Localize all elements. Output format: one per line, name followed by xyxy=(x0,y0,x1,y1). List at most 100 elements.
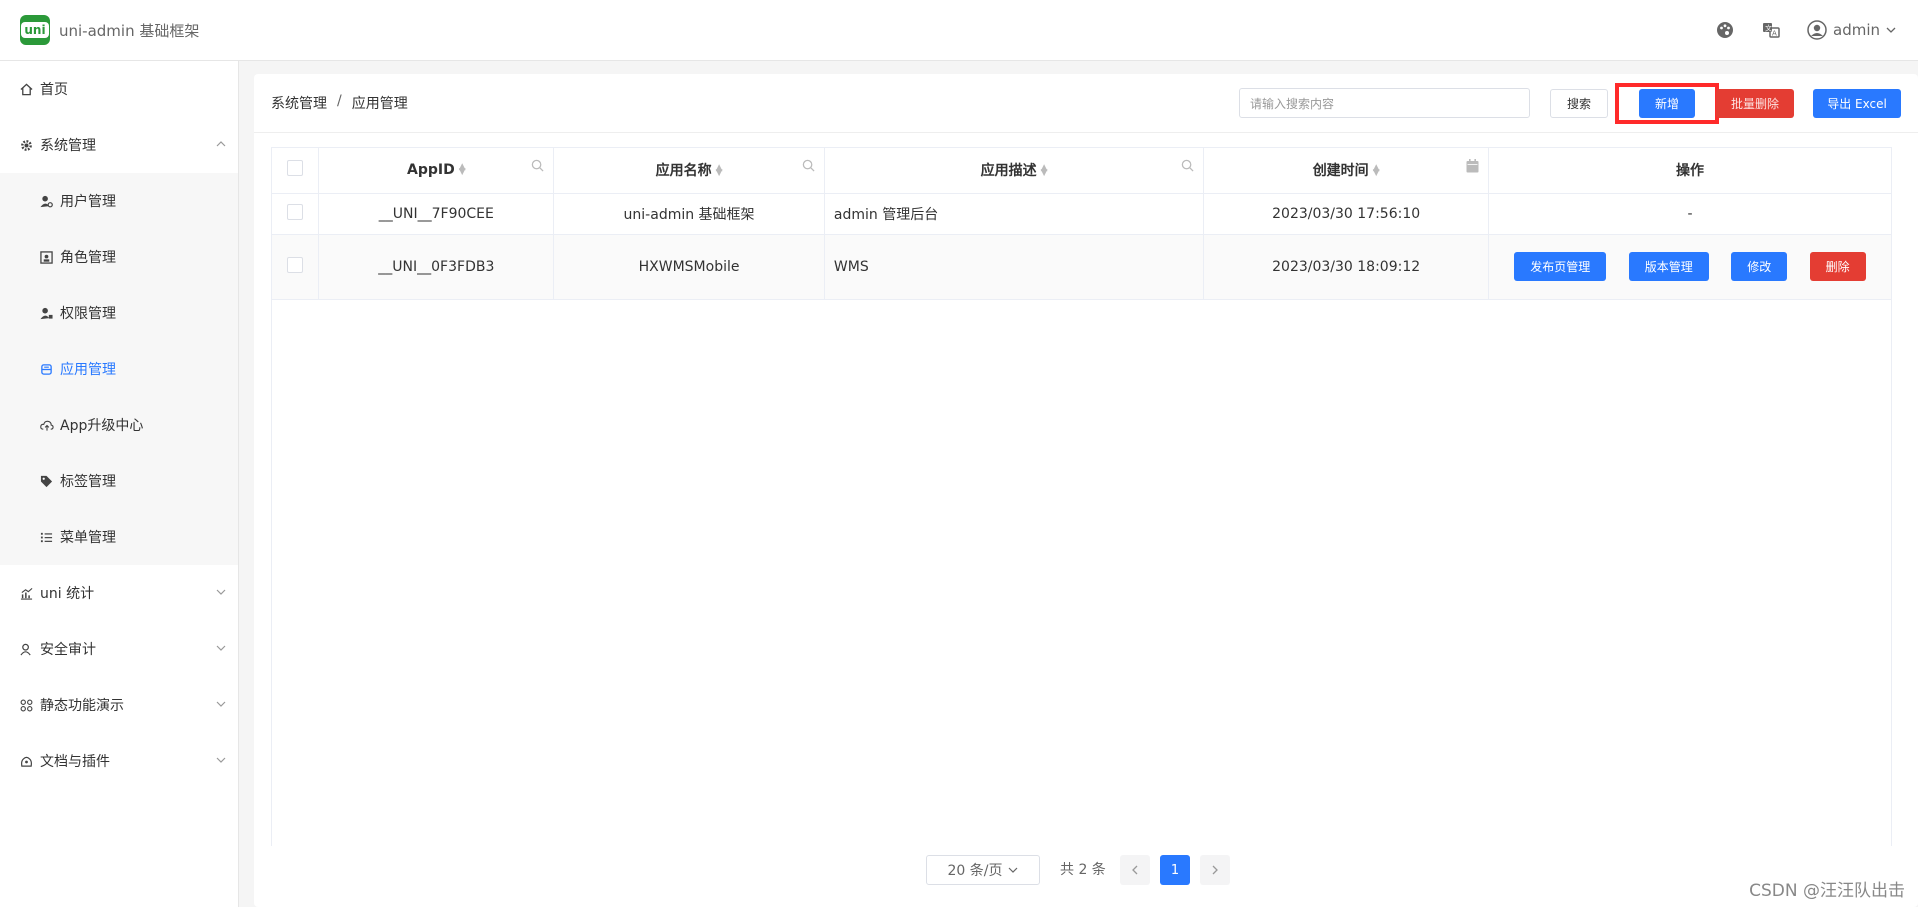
user-audit-icon xyxy=(20,643,36,656)
cloud-upload-icon xyxy=(40,419,56,432)
svg-text:A: A xyxy=(1772,30,1777,38)
column-app-name[interactable]: 应用名称 ▲ ▼ xyxy=(553,148,825,194)
sidebar-item-users[interactable]: 用户管理 xyxy=(0,173,238,229)
cell-actions: - xyxy=(1488,193,1891,235)
search-input[interactable]: 请输入搜索内容 xyxy=(1239,88,1530,118)
sort-icon[interactable]: ▲ ▼ xyxy=(1041,164,1048,178)
column-appid[interactable]: AppID ▲ ▼ xyxy=(318,148,555,194)
apps-table: AppID ▲ ▼ 应用名称 ▲ ▼ 应用描述 ▲ ▼ 创建时间 ▲ ▼ 操作 … xyxy=(271,147,1892,846)
table-row: __UNI__0F3FDB3 HXWMSMobile WMS 2023/03/3… xyxy=(272,234,1891,300)
top-bar: uni uni-admin 基础框架 文A admin xyxy=(0,0,1918,61)
table-row: __UNI__7F90CEE uni-admin 基础框架 admin 管理后台… xyxy=(272,193,1891,235)
next-page-button[interactable] xyxy=(1200,855,1230,885)
edit-button[interactable]: 修改 xyxy=(1731,252,1788,281)
column-created-time[interactable]: 创建时间 ▲ ▼ xyxy=(1203,148,1489,194)
export-excel-button[interactable]: 导出 Excel xyxy=(1813,88,1901,118)
delete-button[interactable]: 删除 xyxy=(1809,252,1866,281)
publish-page-button[interactable]: 发布页管理 xyxy=(1514,252,1607,281)
sort-icon[interactable]: ▲ ▼ xyxy=(716,164,723,178)
sidebar-item-home[interactable]: 首页 xyxy=(0,61,238,117)
search-icon[interactable] xyxy=(1181,159,1194,176)
main-panel: 系统管理 / 应用管理 请输入搜索内容 搜索 新增 批量删除 导出 Excel … xyxy=(254,74,1918,907)
sidebar-item-system[interactable]: 系统管理 xyxy=(0,117,238,173)
sidebar-item-menus[interactable]: 菜单管理 xyxy=(0,509,238,565)
row-select-cell xyxy=(272,234,320,300)
cell-appid: __UNI__0F3FDB3 xyxy=(318,234,555,300)
cell-app-name: uni-admin 基础框架 xyxy=(553,193,825,235)
select-all-checkbox[interactable] xyxy=(287,160,304,177)
batch-delete-button[interactable]: 批量删除 xyxy=(1716,88,1794,118)
sidebar-item-roles[interactable]: 角色管理 xyxy=(0,229,238,285)
svg-text:文: 文 xyxy=(1765,24,1772,33)
role-icon xyxy=(40,250,56,264)
gear-icon xyxy=(20,139,36,152)
calendar-icon[interactable] xyxy=(1466,159,1479,177)
cell-app-desc: admin 管理后台 xyxy=(824,193,1205,235)
sort-icon[interactable]: ▲ ▼ xyxy=(1373,164,1380,178)
app-logo[interactable]: uni xyxy=(20,15,50,45)
total-count: 共 2 条 xyxy=(1060,862,1106,878)
row-checkbox[interactable] xyxy=(287,256,304,273)
home-icon xyxy=(20,83,36,96)
prev-page-button[interactable] xyxy=(1120,855,1150,885)
sidebar: 首页 系统管理 用户管理 角色管理 权限管理 应用管理 App升级中心 标签管理 xyxy=(0,61,239,907)
system-submenu: 用户管理 角色管理 权限管理 应用管理 App升级中心 标签管理 菜单管理 xyxy=(0,173,238,565)
cell-created-time: 2023/03/30 18:09:12 xyxy=(1203,234,1489,300)
search-button[interactable]: 搜索 xyxy=(1550,88,1608,118)
chevron-right-icon xyxy=(1212,865,1218,875)
app-icon xyxy=(40,363,56,376)
breadcrumb-current: 应用管理 xyxy=(351,96,408,112)
tag-icon xyxy=(40,475,56,488)
chevron-down-icon xyxy=(1009,867,1018,873)
row-select-cell xyxy=(272,193,320,235)
sidebar-item-permissions[interactable]: 权限管理 xyxy=(0,285,238,341)
plugin-icon xyxy=(20,755,36,768)
grid-icon xyxy=(20,699,36,712)
chevron-down-icon xyxy=(216,697,226,713)
sidebar-item-docs-plugins[interactable]: 文档与插件 xyxy=(0,733,238,789)
sort-icon[interactable]: ▲ ▼ xyxy=(459,163,466,177)
sidebar-item-uni-stats[interactable]: uni 统计 xyxy=(0,565,238,621)
user-gear-icon xyxy=(40,195,56,208)
avatar-icon xyxy=(1807,20,1827,40)
breadcrumb-parent[interactable]: 系统管理 xyxy=(271,93,327,113)
search-icon[interactable] xyxy=(802,159,815,176)
chevron-left-icon xyxy=(1132,865,1138,875)
chevron-down-icon xyxy=(216,753,226,769)
user-name: admin xyxy=(1833,21,1880,39)
add-button[interactable]: 新增 xyxy=(1639,88,1695,118)
cell-appid: __UNI__7F90CEE xyxy=(318,193,555,235)
table-header-row: AppID ▲ ▼ 应用名称 ▲ ▼ 应用描述 ▲ ▼ 创建时间 ▲ ▼ 操作 xyxy=(272,148,1891,194)
sidebar-item-app-upgrade[interactable]: App升级中心 xyxy=(0,397,238,453)
palette-icon[interactable] xyxy=(1715,20,1735,40)
toolbar: 系统管理 / 应用管理 请输入搜索内容 搜索 新增 批量删除 导出 Excel xyxy=(254,74,1918,133)
chevron-down-icon xyxy=(216,585,226,601)
chevron-down-icon xyxy=(216,641,226,657)
sidebar-item-apps[interactable]: 应用管理 xyxy=(0,341,238,397)
page-size-select[interactable]: 20 条/页 xyxy=(926,855,1040,885)
cell-app-desc: WMS xyxy=(824,234,1205,300)
permission-icon xyxy=(40,307,56,320)
sidebar-item-static-demo[interactable]: 静态功能演示 xyxy=(0,677,238,733)
cell-actions: 发布页管理 版本管理 修改 删除 xyxy=(1488,234,1891,300)
select-all-cell xyxy=(272,148,320,194)
page-number[interactable]: 1 xyxy=(1160,855,1190,885)
row-checkbox[interactable] xyxy=(287,203,304,220)
search-icon[interactable] xyxy=(531,159,544,176)
breadcrumb-separator: / xyxy=(337,93,342,109)
sidebar-item-tags[interactable]: 标签管理 xyxy=(0,453,238,509)
list-icon xyxy=(40,531,56,544)
translate-icon[interactable]: 文A xyxy=(1761,20,1781,40)
column-app-desc[interactable]: 应用描述 ▲ ▼ xyxy=(824,148,1205,194)
chevron-up-icon xyxy=(216,137,226,153)
user-menu[interactable]: admin xyxy=(1807,20,1896,40)
add-button-highlight: 新增 xyxy=(1615,82,1719,124)
version-manage-button[interactable]: 版本管理 xyxy=(1628,252,1709,281)
breadcrumb: 系统管理 / 应用管理 xyxy=(271,93,408,113)
chevron-down-icon xyxy=(1886,27,1896,33)
sidebar-item-security-audit[interactable]: 安全审计 xyxy=(0,621,238,677)
cell-created-time: 2023/03/30 17:56:10 xyxy=(1203,193,1489,235)
app-title: uni-admin 基础框架 xyxy=(59,21,200,40)
column-actions: 操作 xyxy=(1488,148,1891,194)
chart-icon xyxy=(20,587,36,600)
